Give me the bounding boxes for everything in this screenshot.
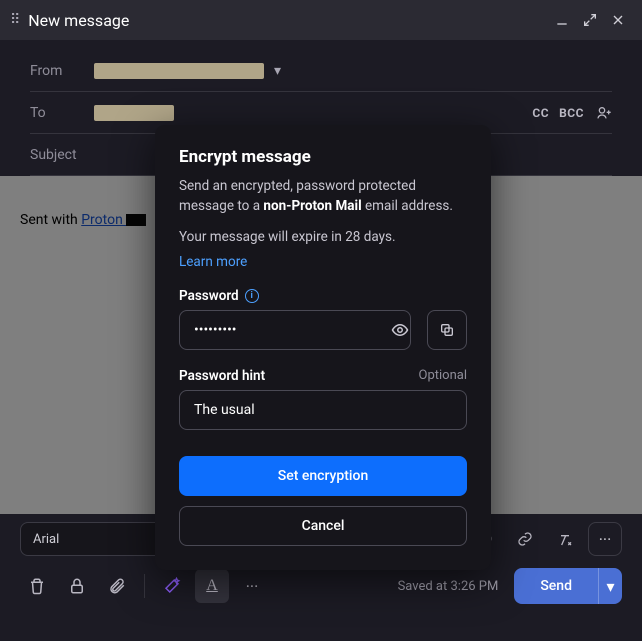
font-select-value: Arial xyxy=(33,532,59,547)
window-title: New message xyxy=(28,11,129,30)
info-icon[interactable]: i xyxy=(245,289,259,303)
format-more-button[interactable]: ··· xyxy=(588,522,622,556)
bottom-more-icon[interactable]: ··· xyxy=(235,569,269,603)
hint-label: Password hint Optional xyxy=(179,368,467,384)
lock-icon[interactable] xyxy=(60,569,94,603)
encrypt-modal: Encrypt message Send an encrypted, passw… xyxy=(155,125,491,570)
from-chevron-down-icon[interactable]: ▾ xyxy=(274,63,281,79)
password-label: Password i xyxy=(179,288,467,304)
reveal-password-icon[interactable] xyxy=(391,321,409,339)
attachment-icon[interactable] xyxy=(100,569,134,603)
from-label: From xyxy=(30,63,94,79)
send-button[interactable]: Send xyxy=(514,568,598,604)
bcc-button[interactable]: BCC xyxy=(559,106,584,120)
from-value-redacted xyxy=(94,63,264,79)
add-contact-icon[interactable] xyxy=(596,105,612,121)
titlebar: ⠿ New message xyxy=(0,0,642,40)
minimize-button[interactable] xyxy=(548,6,576,34)
modal-title: Encrypt message xyxy=(179,147,467,167)
saved-status: Saved at 3:26 PM xyxy=(398,579,499,594)
to-label: To xyxy=(30,105,94,121)
clear-format-icon[interactable] xyxy=(548,522,582,556)
from-row: From ▾ xyxy=(30,50,612,92)
password-input[interactable] xyxy=(179,310,411,350)
set-encryption-button[interactable]: Set encryption xyxy=(179,456,467,496)
delete-icon[interactable] xyxy=(20,569,54,603)
hint-input[interactable] xyxy=(179,390,467,430)
close-button[interactable] xyxy=(604,6,632,34)
drag-handle-icon[interactable]: ⠿ xyxy=(10,12,20,28)
cc-button[interactable]: CC xyxy=(532,106,549,120)
to-value-redacted xyxy=(94,105,174,121)
optional-label: Optional xyxy=(419,368,467,383)
copy-password-button[interactable] xyxy=(427,310,467,350)
link-icon[interactable] xyxy=(508,522,542,556)
text-color-icon[interactable]: A xyxy=(195,569,229,603)
send-group: Send ▾ xyxy=(514,568,622,604)
modal-expire: Your message will expire in 28 days. xyxy=(179,228,467,248)
cancel-button[interactable]: Cancel xyxy=(179,506,467,546)
magic-wand-icon[interactable] xyxy=(155,569,189,603)
learn-more-link[interactable]: Learn more xyxy=(179,254,467,270)
expand-button[interactable] xyxy=(576,6,604,34)
send-options-button[interactable]: ▾ xyxy=(598,568,622,604)
subject-placeholder: Subject xyxy=(30,147,94,163)
modal-description: Send an encrypted, password protected me… xyxy=(179,177,467,216)
